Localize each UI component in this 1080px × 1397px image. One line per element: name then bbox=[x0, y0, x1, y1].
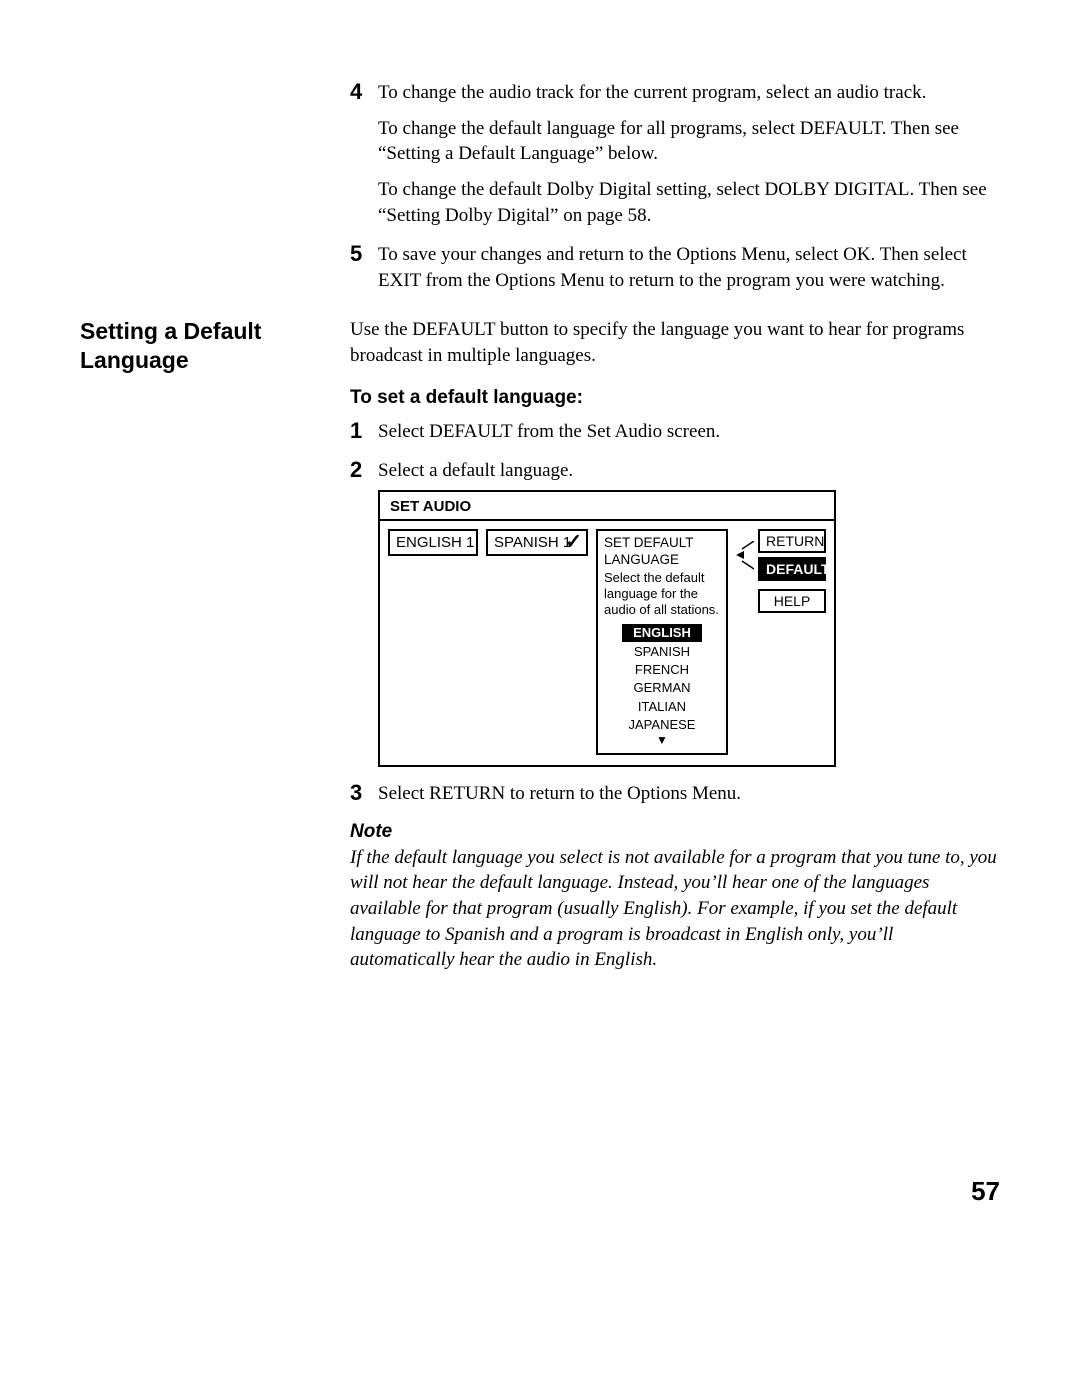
step-body: Select DEFAULT from the Set Audio screen… bbox=[378, 419, 1000, 445]
language-option-french[interactable]: FRENCH bbox=[604, 661, 720, 679]
step-para: Select DEFAULT from the Set Audio screen… bbox=[378, 419, 1000, 445]
step-1: 1 Select DEFAULT from the Set Audio scre… bbox=[350, 419, 1000, 445]
section-body: Use the DEFAULT button to specify the la… bbox=[350, 317, 1000, 972]
left-gutter: Setting a Default Language bbox=[80, 317, 350, 375]
section-heading: Setting a Default Language bbox=[80, 317, 330, 375]
step-body: To save your changes and return to the O… bbox=[378, 242, 1000, 293]
step-2: 2 Select a default language. bbox=[350, 458, 1000, 484]
scroll-down-icon[interactable]: ▼ bbox=[604, 734, 720, 747]
set-audio-diagram: SET AUDIO ENGLISH 1 SPANISH 1 ✓ bbox=[378, 490, 1000, 767]
language-list: ENGLISH SPANISH FRENCH GERMAN ITALIAN JA… bbox=[604, 623, 720, 748]
step-number: 2 bbox=[350, 458, 378, 482]
section-intro: Use the DEFAULT button to specify the la… bbox=[350, 317, 1000, 368]
step-body: Select a default language. bbox=[378, 458, 1000, 484]
step-para: To save your changes and return to the O… bbox=[378, 242, 1000, 293]
step-para: Select a default language. bbox=[378, 458, 1000, 484]
step-para: Select RETURN to return to the Options M… bbox=[378, 781, 1000, 807]
step-number: 5 bbox=[350, 242, 378, 266]
pointer-wrap bbox=[736, 529, 750, 755]
set-audio-title: SET AUDIO bbox=[380, 492, 834, 521]
step-number: 1 bbox=[350, 419, 378, 443]
note-body: If the default language you select is no… bbox=[350, 845, 1000, 973]
return-button[interactable]: RETURN bbox=[758, 529, 826, 553]
track-column: ENGLISH 1 bbox=[388, 529, 478, 755]
track-column: SPANISH 1 ✓ bbox=[486, 529, 588, 755]
language-option-italian[interactable]: ITALIAN bbox=[604, 698, 720, 716]
step-4: 4 To change the audio track for the curr… bbox=[350, 80, 1000, 228]
audio-track-spanish-1[interactable]: SPANISH 1 ✓ bbox=[486, 529, 588, 556]
section-row: Setting a Default Language Use the DEFAU… bbox=[80, 317, 1000, 972]
language-option-english[interactable]: ENGLISH bbox=[604, 623, 720, 643]
language-option-japanese[interactable]: JAPANESE bbox=[604, 716, 720, 734]
step-number: 3 bbox=[350, 781, 378, 805]
step-3: 3 Select RETURN to return to the Options… bbox=[350, 781, 1000, 807]
set-audio-body: ENGLISH 1 SPANISH 1 ✓ SET DEFAULT LANGUA… bbox=[380, 521, 834, 765]
language-option-german[interactable]: GERMAN bbox=[604, 679, 720, 697]
top-steps: 4 To change the audio track for the curr… bbox=[350, 80, 1000, 307]
language-option-spanish[interactable]: SPANISH bbox=[604, 643, 720, 661]
page-number: 57 bbox=[971, 1176, 1000, 1207]
step-para: To change the audio track for the curren… bbox=[378, 80, 1000, 106]
default-button[interactable]: DEFAULT bbox=[758, 557, 826, 581]
side-buttons: RETURN DEFAULT HELP bbox=[758, 529, 826, 755]
help-button[interactable]: HELP bbox=[758, 589, 826, 613]
audio-track-english-1[interactable]: ENGLISH 1 bbox=[388, 529, 478, 556]
note-heading: Note bbox=[350, 821, 1000, 843]
step-number: 4 bbox=[350, 80, 378, 104]
checkmark-icon: ✓ bbox=[565, 532, 582, 552]
default-language-panel: SET DEFAULT LANGUAGE Select the default … bbox=[596, 529, 728, 755]
top-steps-row: 4 To change the audio track for the curr… bbox=[80, 80, 1000, 307]
step-para: To change the default Dolby Digital sett… bbox=[378, 177, 1000, 228]
step-body: To change the audio track for the curren… bbox=[378, 80, 1000, 228]
step-body: Select RETURN to return to the Options M… bbox=[378, 781, 1000, 807]
step-5: 5 To save your changes and return to the… bbox=[350, 242, 1000, 293]
manual-page: 4 To change the audio track for the curr… bbox=[0, 0, 1080, 1397]
set-audio-box: SET AUDIO ENGLISH 1 SPANISH 1 ✓ bbox=[378, 490, 836, 767]
track-label: SPANISH 1 bbox=[494, 534, 571, 551]
callout-arrow-icon bbox=[736, 541, 754, 589]
sub-heading: To set a default language: bbox=[350, 387, 1000, 409]
step-para: To change the default language for all p… bbox=[378, 116, 1000, 167]
panel-title: SET DEFAULT LANGUAGE bbox=[604, 535, 720, 569]
panel-desc: Select the default language for the audi… bbox=[604, 570, 720, 619]
